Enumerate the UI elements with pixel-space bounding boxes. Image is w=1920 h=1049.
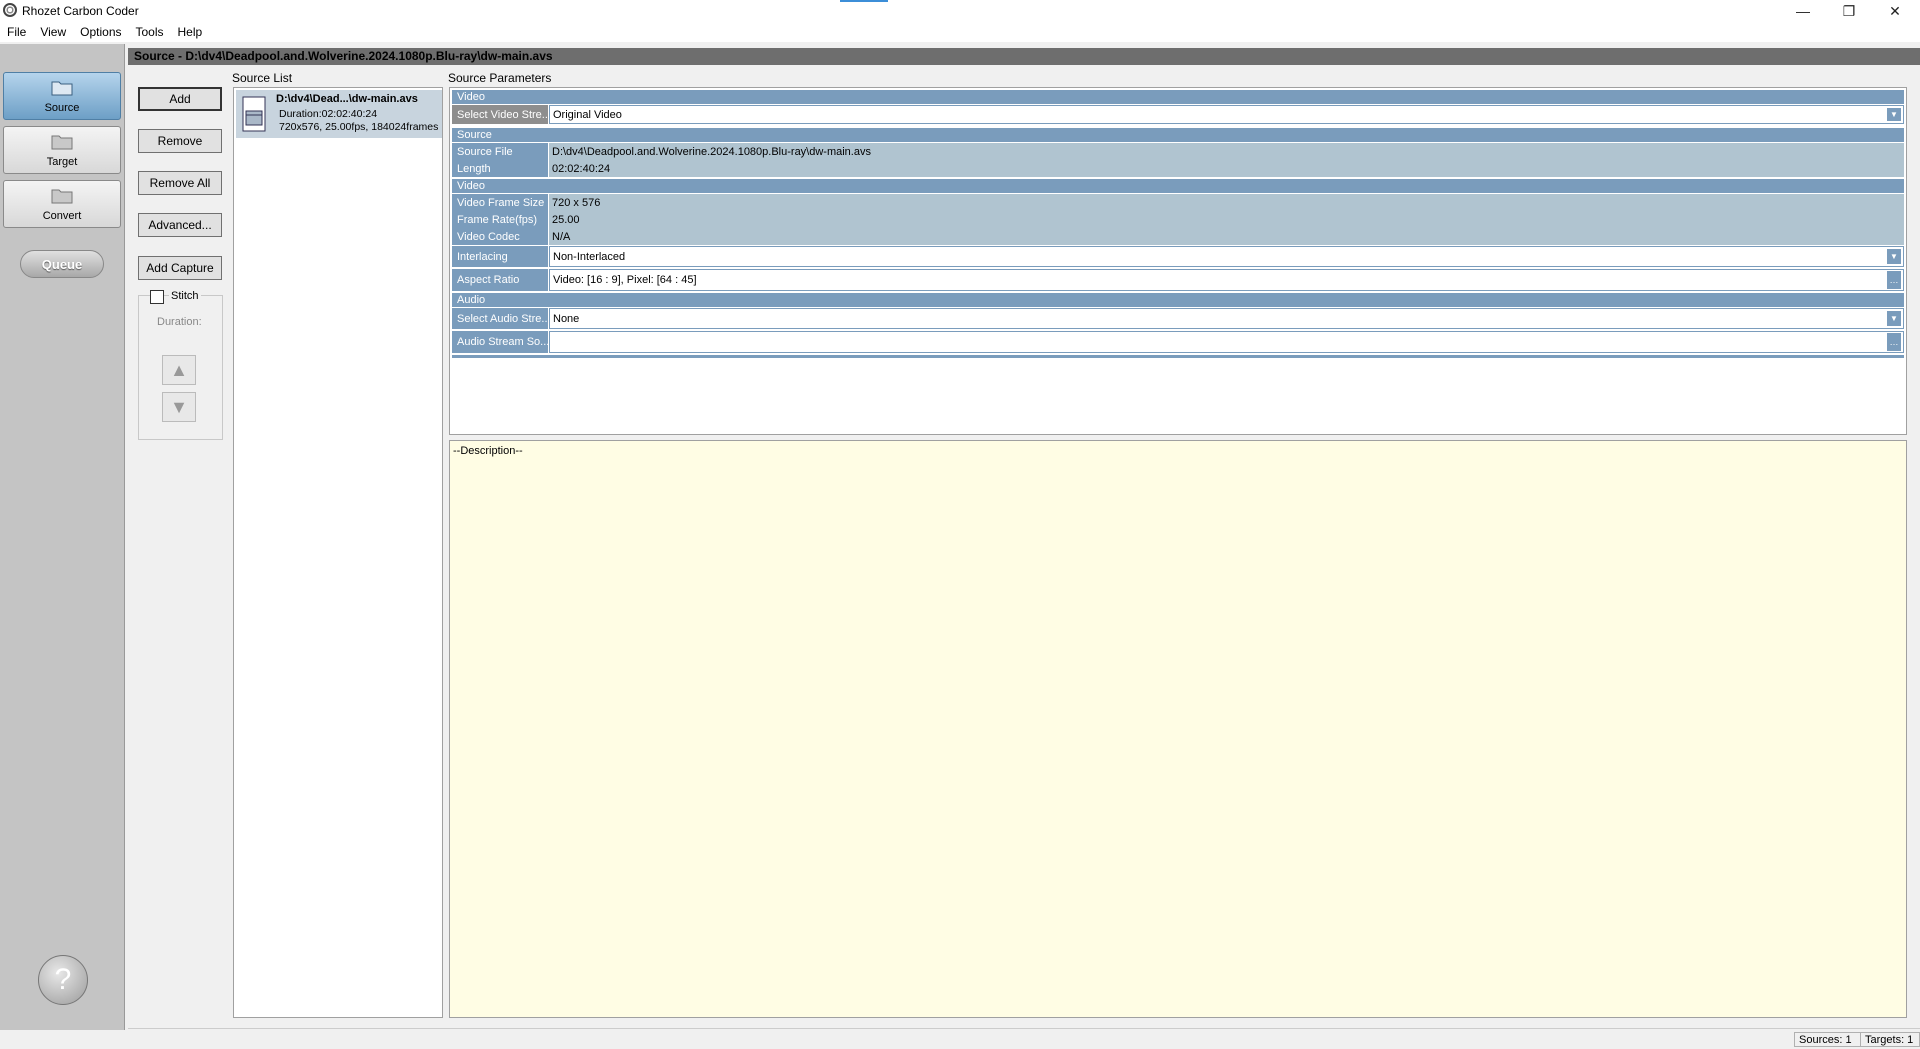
select-audio-stream-value: None (553, 312, 580, 325)
section-video-info: Video (452, 179, 1904, 193)
select-video-stream-label: Select Video Stre... (452, 105, 548, 124)
status-targets: Targets: 1 (1860, 1032, 1920, 1047)
move-down-button[interactable]: ▼ (162, 392, 196, 422)
section-video: Video (452, 90, 1904, 104)
chevron-down-icon[interactable]: ▼ (1887, 108, 1901, 121)
source-parameters-label: Source Parameters (448, 71, 552, 85)
source-list[interactable]: D:\dv4\Dead...\dw-main.avs Duration:02:0… (233, 87, 443, 1018)
chevron-down-icon[interactable]: ▼ (1887, 311, 1901, 326)
interlacing-value: Non-Interlaced (553, 250, 626, 263)
frame-rate-value: 25.00 (549, 211, 1904, 228)
help-icon[interactable]: ? (38, 955, 88, 1005)
row-frame-size: Video Frame Size 720 x 576 (452, 194, 1904, 211)
audio-stream-source-field[interactable]: … (549, 331, 1904, 353)
length-label: Length (452, 160, 548, 177)
aspect-ratio-label: Aspect Ratio (452, 269, 548, 291)
folder-icon (51, 81, 73, 96)
menu-file[interactable]: File (0, 25, 33, 39)
row-audio-stream-source: Audio Stream So... … (452, 331, 1904, 353)
length-value: 02:02:40:24 (549, 160, 1904, 177)
remove-all-button[interactable]: Remove All (138, 171, 222, 195)
window-title: Rhozet Carbon Coder (22, 4, 139, 18)
source-file-label: Source File (452, 143, 548, 160)
row-select-video-stream: Select Video Stre... Original Video ▼ (452, 105, 1904, 124)
left-nav: Source Target Convert Queue ? (0, 44, 125, 1030)
nav-target-button[interactable]: Target (3, 126, 121, 174)
menu-view[interactable]: View (33, 25, 73, 39)
convert-icon (51, 189, 73, 204)
remove-button[interactable]: Remove (138, 129, 222, 153)
nav-convert-button[interactable]: Convert (3, 180, 121, 228)
nav-source-label: Source (44, 102, 80, 114)
description-text: --Description-- (453, 445, 523, 457)
duration-label: Duration: (157, 316, 202, 328)
list-item[interactable]: D:\dv4\Dead...\dw-main.avs Duration:02:0… (236, 90, 442, 138)
add-button[interactable]: Add (138, 87, 222, 111)
queue-button[interactable]: Queue (20, 250, 104, 278)
add-capture-button[interactable]: Add Capture (138, 256, 222, 280)
source-file-value: D:\dv4\Deadpool.and.Wolverine.2024.1080p… (549, 143, 1904, 160)
source-item-details: 720x576, 25.00fps, 184024frames (279, 121, 439, 133)
stitch-label: Stitch (169, 290, 201, 302)
restore-button[interactable]: ❐ (1826, 0, 1872, 22)
row-length: Length 02:02:40:24 (452, 160, 1904, 177)
row-aspect-ratio: Aspect Ratio Video: [16 : 9], Pixel: [64… (452, 269, 1904, 291)
video-codec-label: Video Codec (452, 228, 548, 245)
aspect-ratio-field[interactable]: Video: [16 : 9], Pixel: [64 : 45] … (549, 269, 1904, 291)
video-codec-value: N/A (549, 228, 1904, 245)
row-source-file: Source File D:\dv4\Deadpool.and.Wolverin… (452, 143, 1904, 160)
advanced-button[interactable]: Advanced... (138, 213, 222, 237)
select-audio-stream-dropdown[interactable]: None ▼ (549, 308, 1904, 329)
title-bar: Rhozet Carbon Coder — ❐ ✕ (0, 0, 1920, 22)
nav-convert-label: Convert (42, 210, 82, 222)
interlacing-dropdown[interactable]: Non-Interlaced ▼ (549, 246, 1904, 267)
arrow-up-icon: ▲ (170, 359, 188, 380)
menu-tools[interactable]: Tools (129, 25, 171, 39)
ellipsis-icon[interactable]: … (1887, 271, 1901, 289)
frame-rate-label: Frame Rate(fps) (452, 211, 548, 228)
description-box: --Description-- (449, 440, 1907, 1018)
row-interlacing: Interlacing Non-Interlaced ▼ (452, 246, 1904, 267)
params-bottom-border (452, 355, 1904, 358)
audio-stream-source-label: Audio Stream So... (452, 331, 548, 353)
row-frame-rate: Frame Rate(fps) 25.00 (452, 211, 1904, 228)
menu-bar: File View Options Tools Help (0, 22, 1920, 42)
menu-options[interactable]: Options (73, 25, 128, 39)
select-audio-stream-label: Select Audio Stre... (452, 308, 548, 329)
section-audio: Audio (452, 293, 1904, 307)
page-title: Source - D:\dv4\Deadpool.and.Wolverine.2… (128, 48, 1920, 65)
video-file-icon (242, 96, 266, 132)
ellipsis-icon[interactable]: … (1887, 333, 1901, 351)
title-accent (840, 0, 888, 2)
interlacing-label: Interlacing (452, 246, 548, 267)
aspect-ratio-value: Video: [16 : 9], Pixel: [64 : 45] (553, 274, 697, 286)
menu-help[interactable]: Help (171, 25, 210, 39)
nav-target-label: Target (46, 156, 78, 168)
row-video-codec: Video Codec N/A (452, 228, 1904, 245)
close-button[interactable]: ✕ (1872, 0, 1918, 22)
row-select-audio-stream: Select Audio Stre... None ▼ (452, 308, 1904, 329)
target-folder-icon (51, 135, 73, 150)
arrow-down-icon: ▼ (170, 396, 188, 417)
source-list-label: Source List (232, 71, 293, 85)
status-bar: Sources: 1 Targets: 1 (128, 1028, 1920, 1049)
minimize-button[interactable]: — (1780, 0, 1826, 22)
frame-size-value: 720 x 576 (549, 194, 1904, 211)
frame-size-label: Video Frame Size (452, 194, 548, 211)
nav-source-button[interactable]: Source (3, 72, 121, 120)
section-source: Source (452, 128, 1904, 142)
select-video-stream-dropdown[interactable]: Original Video ▼ (549, 105, 1904, 124)
chevron-down-icon[interactable]: ▼ (1887, 249, 1901, 264)
select-video-stream-value: Original Video (553, 108, 622, 121)
app-icon (3, 3, 17, 17)
source-item-duration: Duration:02:02:40:24 (279, 108, 378, 120)
stitch-checkbox[interactable] (150, 290, 164, 304)
move-up-button[interactable]: ▲ (162, 355, 196, 385)
source-parameters-panel: Video Select Video Stre... Original Vide… (449, 87, 1907, 435)
source-item-name: D:\dv4\Dead...\dw-main.avs (276, 93, 418, 105)
